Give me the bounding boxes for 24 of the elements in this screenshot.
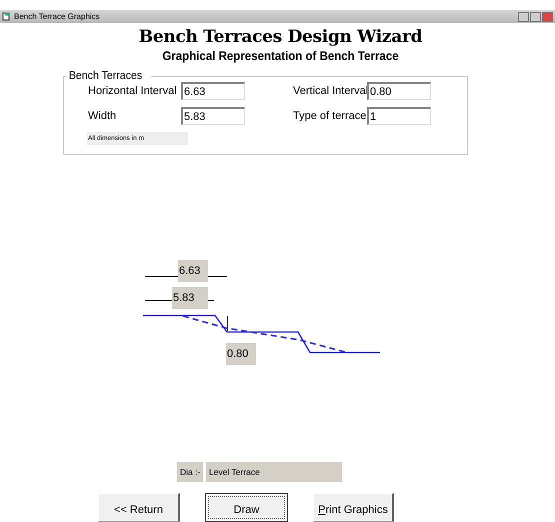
wizard-subheading: Graphical Representation of Bench Terrace [161, 49, 400, 64]
input-field[interactable]: 1 [367, 107, 431, 125]
print-button[interactable]: Print Graphics [313, 493, 394, 522]
terrace-type-value: Level Terrace [206, 462, 342, 482]
close-button[interactable] [542, 12, 553, 22]
input-field[interactable]: 0.80 [367, 82, 431, 100]
input-field[interactable]: 5.83 [181, 107, 245, 125]
maximize-button[interactable] [530, 12, 541, 22]
return-button[interactable]: << Return [98, 493, 180, 522]
group-title: Bench Terraces [68, 70, 144, 82]
field-label: Width [88, 110, 118, 122]
input-field[interactable]: 6.63 [181, 82, 245, 100]
dimension-label: 0.80 [226, 343, 256, 365]
field-label: Horizontal Interval [88, 85, 178, 97]
dia-label: Dia :- [177, 462, 203, 482]
dimension-label: 6.63 [178, 260, 208, 282]
field-label: Type of terrace [293, 110, 367, 122]
dimension-line [144, 300, 214, 301]
dimension-label: 5.83 [172, 287, 208, 309]
minimize-button[interactable] [518, 12, 529, 22]
draw-button[interactable]: Draw [205, 493, 288, 522]
wizard-heading: Bench Terraces Design Wizard [138, 27, 424, 49]
window-title: Bench Terrace Graphics [14, 12, 101, 21]
app-icon [2, 12, 11, 21]
